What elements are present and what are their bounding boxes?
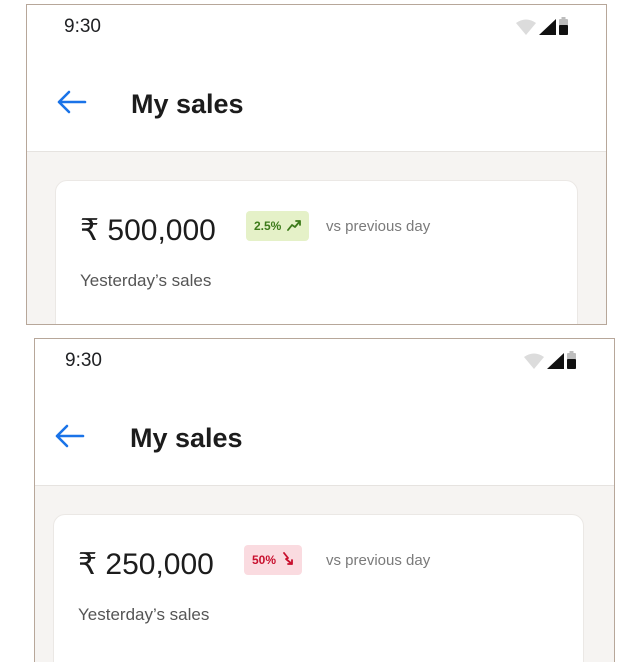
battery-icon: [567, 351, 576, 369]
sales-amount: ₹ 250,000: [78, 548, 214, 581]
status-bar: 9:30: [27, 5, 606, 53]
change-percent: 50%: [252, 553, 277, 567]
sales-summary-card: ₹ 500,000 2.5% vs previous day Yesterday…: [55, 180, 578, 324]
arrow-left-icon: [53, 423, 85, 454]
comparison-text: vs previous day: [326, 552, 431, 569]
status-bar: 9:30: [35, 339, 614, 387]
wifi-icon: [516, 19, 536, 35]
change-badge: 50%: [244, 545, 303, 575]
sales-screen-down: 9:30 My sales ₹ 250,000 50% vs previous …: [34, 338, 615, 662]
back-button[interactable]: [49, 421, 89, 455]
back-button[interactable]: [51, 87, 91, 121]
wifi-icon: [524, 353, 544, 369]
sales-summary-card: ₹ 250,000 50% vs previous day Yesterday’…: [53, 514, 584, 662]
content-area: ₹ 250,000 50% vs previous day Yesterday’…: [35, 486, 614, 662]
status-time: 9:30: [65, 350, 102, 371]
sales-label: Yesterday’s sales: [78, 605, 210, 624]
status-icons: [524, 351, 576, 369]
app-bar: My sales: [27, 53, 606, 152]
app-bar: My sales: [35, 387, 614, 486]
content-area: ₹ 500,000 2.5% vs previous day Yesterday…: [27, 152, 606, 324]
cellular-signal-icon: [539, 19, 556, 35]
arrow-left-icon: [55, 89, 87, 120]
change-percent: 2.5%: [254, 219, 282, 233]
battery-icon: [559, 17, 568, 35]
sales-screen-up: 9:30 My sales ₹ 500,000 2.5% vs previous…: [26, 4, 607, 325]
status-time: 9:30: [64, 16, 101, 37]
page-title: My sales: [130, 423, 243, 453]
change-badge: 2.5%: [246, 211, 310, 241]
sales-amount: ₹ 500,000: [80, 214, 216, 247]
sales-label: Yesterday’s sales: [80, 271, 212, 290]
cellular-signal-icon: [547, 353, 564, 369]
page-title: My sales: [131, 89, 244, 119]
trending-up-icon: [287, 219, 302, 234]
status-icons: [516, 17, 568, 35]
comparison-text: vs previous day: [326, 218, 431, 235]
trending-down-icon: [282, 552, 294, 568]
